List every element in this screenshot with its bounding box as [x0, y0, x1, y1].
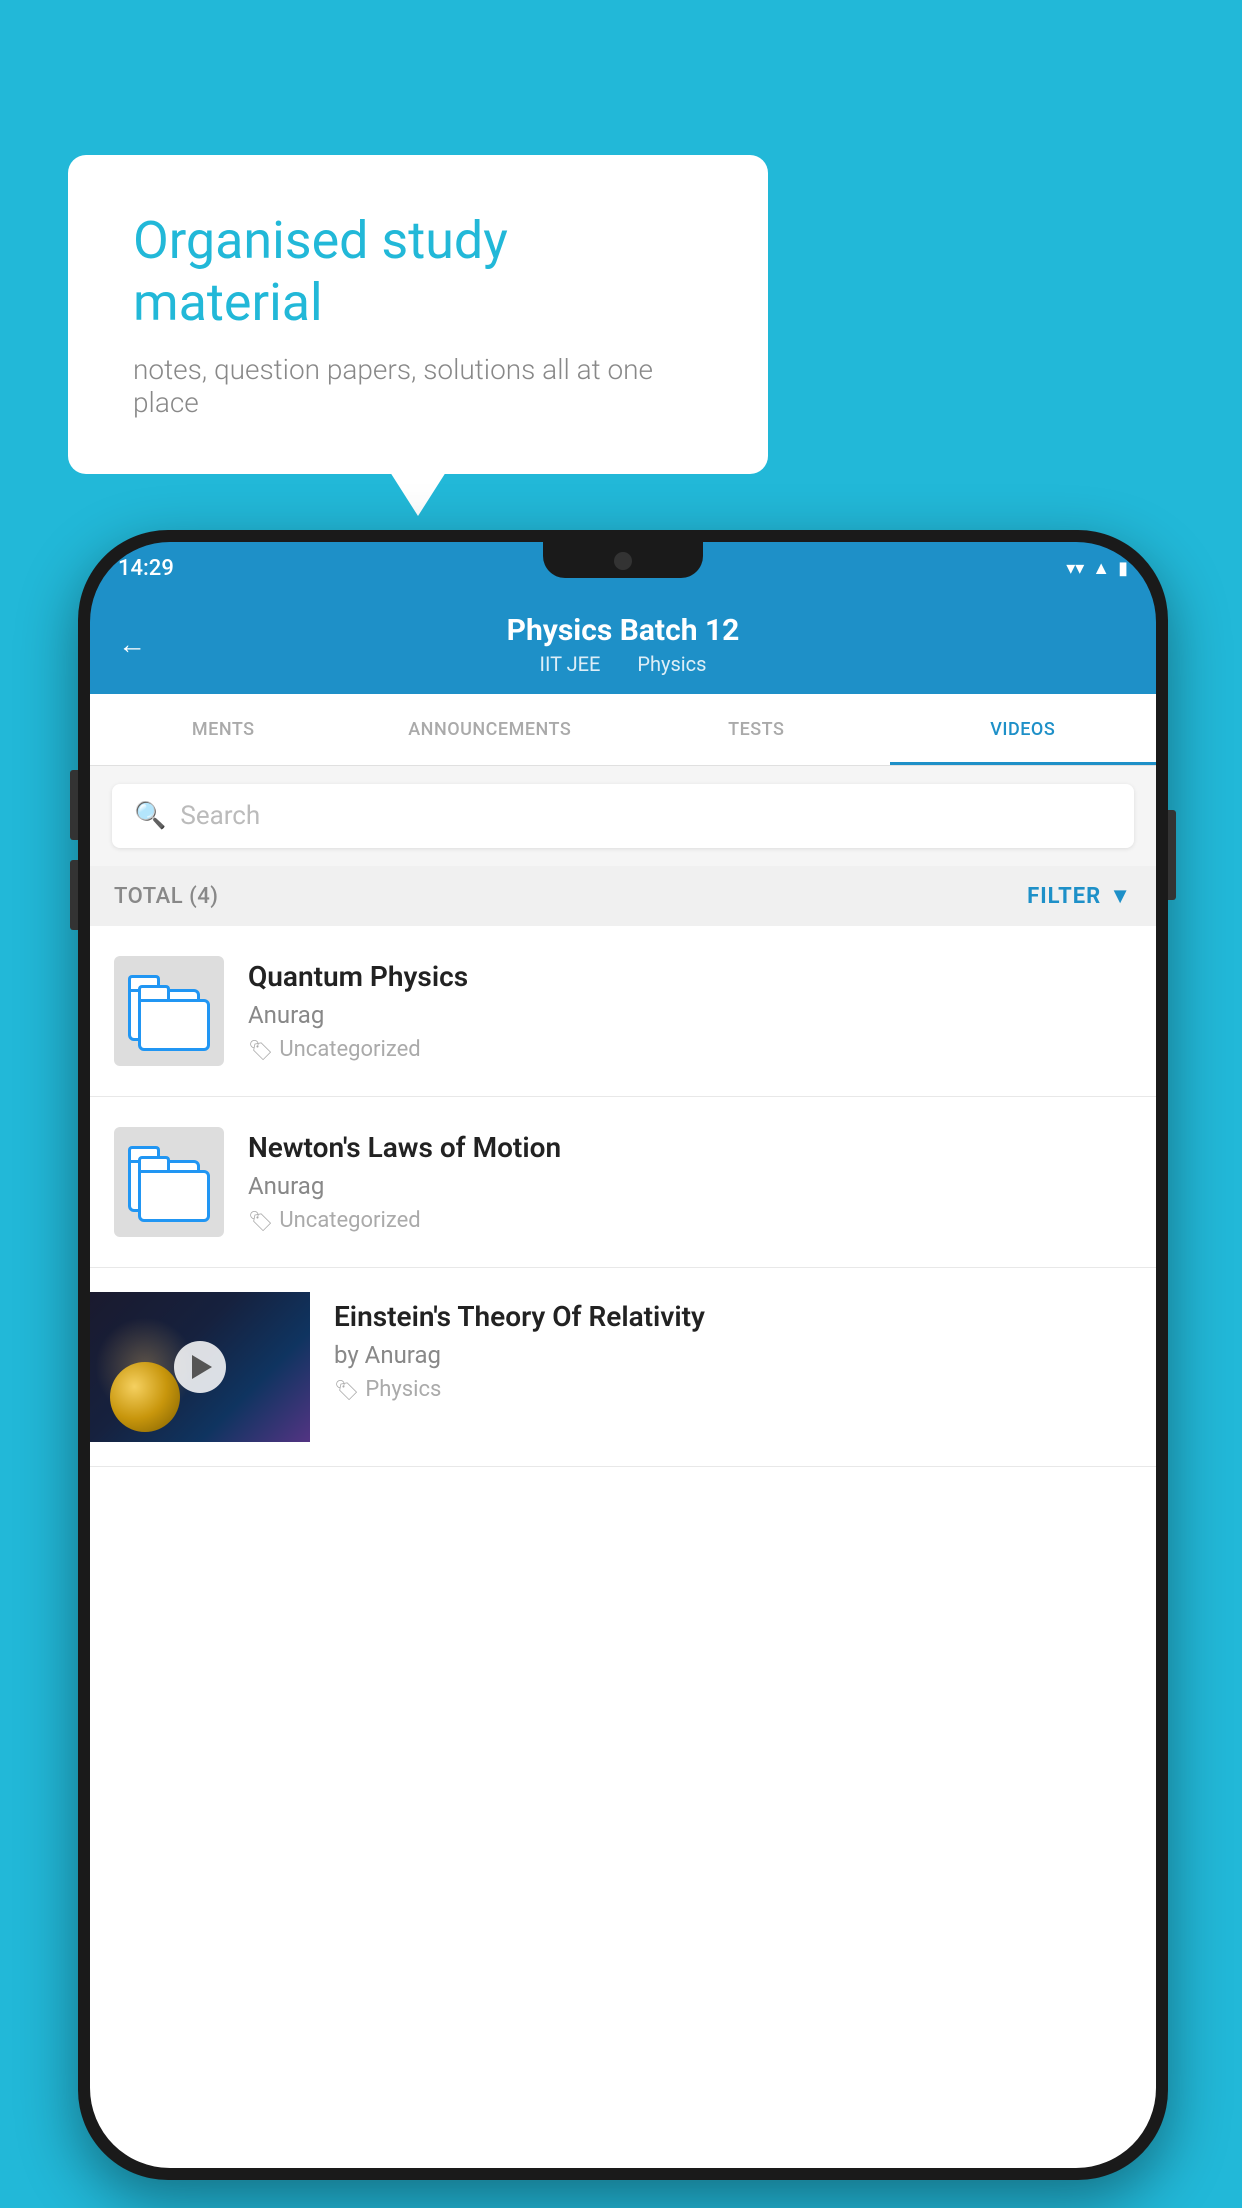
item-author: Anurag	[248, 1172, 1132, 1200]
total-count: TOTAL (4)	[114, 884, 218, 909]
tag-icon: 🏷	[248, 1038, 273, 1062]
folder-icon	[124, 1142, 214, 1222]
search-icon: 🔍	[134, 801, 166, 831]
item-title: Newton's Laws of Motion	[248, 1131, 1132, 1164]
bubble-title: Organised study material	[133, 210, 703, 335]
item-author: by Anurag	[334, 1341, 1132, 1369]
item-tag: 🏷 Physics	[334, 1377, 1132, 1402]
volume-up-button	[70, 770, 78, 840]
status-time: 14:29	[118, 556, 174, 581]
tabs-bar: MENTS ANNOUNCEMENTS TESTS VIDEOS	[90, 694, 1156, 766]
play-button[interactable]	[174, 1341, 226, 1393]
tag-label: Uncategorized	[279, 1208, 420, 1233]
speech-bubble: Organised study material notes, question…	[68, 155, 768, 474]
power-button	[1168, 810, 1176, 900]
tag-label: Physics	[365, 1377, 441, 1402]
header-subtitle: IIT JEE Physics	[532, 652, 715, 676]
item-title: Quantum Physics	[248, 960, 1132, 993]
phone-notch	[543, 542, 703, 578]
thumb-planet	[110, 1362, 180, 1432]
bubble-subtitle: notes, question papers, solutions all at…	[133, 353, 703, 419]
tab-tests[interactable]: TESTS	[623, 694, 890, 765]
item-info: Newton's Laws of Motion Anurag 🏷 Uncateg…	[248, 1131, 1132, 1233]
search-box[interactable]: 🔍 Search	[112, 784, 1134, 848]
tag-icon: 🏷	[248, 1209, 273, 1233]
item-thumbnail	[114, 1127, 224, 1237]
tab-ments[interactable]: MENTS	[90, 694, 357, 765]
signal-icon: ▲	[1092, 558, 1110, 579]
phone-device: 14:29 ▾▾ ▲ ▮ ← Physics Batch 12 IIT JEE …	[78, 530, 1168, 2180]
search-input[interactable]: Search	[180, 801, 260, 831]
tab-videos[interactable]: VIDEOS	[890, 694, 1157, 765]
video-thumbnail-image	[90, 1292, 310, 1442]
tag-icon: 🏷	[334, 1378, 359, 1402]
play-triangle-icon	[192, 1355, 212, 1379]
filter-bar: TOTAL (4) FILTER ▼	[90, 866, 1156, 926]
status-icons: ▾▾ ▲ ▮	[1066, 558, 1128, 579]
back-button[interactable]: ←	[118, 628, 146, 661]
item-thumbnail	[114, 956, 224, 1066]
tab-announcements[interactable]: ANNOUNCEMENTS	[357, 694, 624, 765]
item-tag: 🏷 Uncategorized	[248, 1037, 1132, 1062]
battery-icon: ▮	[1118, 558, 1128, 579]
content-list: Quantum Physics Anurag 🏷 Uncategorized	[90, 926, 1156, 2168]
list-item[interactable]: Einstein's Theory Of Relativity by Anura…	[90, 1268, 1156, 1467]
item-tag: 🏷 Uncategorized	[248, 1208, 1132, 1233]
subtitle-iit: IIT JEE	[540, 652, 601, 676]
filter-button[interactable]: FILTER ▼	[1027, 883, 1132, 909]
item-title: Einstein's Theory Of Relativity	[334, 1300, 1132, 1333]
list-item[interactable]: Newton's Laws of Motion Anurag 🏷 Uncateg…	[90, 1097, 1156, 1268]
filter-label: FILTER	[1027, 884, 1101, 909]
folder-icon	[124, 971, 214, 1051]
list-item[interactable]: Quantum Physics Anurag 🏷 Uncategorized	[90, 926, 1156, 1097]
front-camera	[614, 552, 632, 570]
wifi-icon: ▾▾	[1066, 558, 1084, 579]
item-info: Quantum Physics Anurag 🏷 Uncategorized	[248, 960, 1132, 1062]
app-header: ← Physics Batch 12 IIT JEE Physics	[90, 594, 1156, 694]
search-area: 🔍 Search	[90, 766, 1156, 866]
header-title: Physics Batch 12	[507, 613, 740, 648]
filter-funnel-icon: ▼	[1109, 883, 1132, 909]
item-author: Anurag	[248, 1001, 1132, 1029]
subtitle-physics: Physics	[637, 652, 706, 676]
speech-bubble-box: Organised study material notes, question…	[68, 155, 768, 474]
tag-label: Uncategorized	[279, 1037, 420, 1062]
item-info: Einstein's Theory Of Relativity by Anura…	[334, 1292, 1132, 1402]
phone-screen: 14:29 ▾▾ ▲ ▮ ← Physics Batch 12 IIT JEE …	[90, 542, 1156, 2168]
screen-content: 14:29 ▾▾ ▲ ▮ ← Physics Batch 12 IIT JEE …	[90, 542, 1156, 2168]
volume-down-button	[70, 860, 78, 930]
